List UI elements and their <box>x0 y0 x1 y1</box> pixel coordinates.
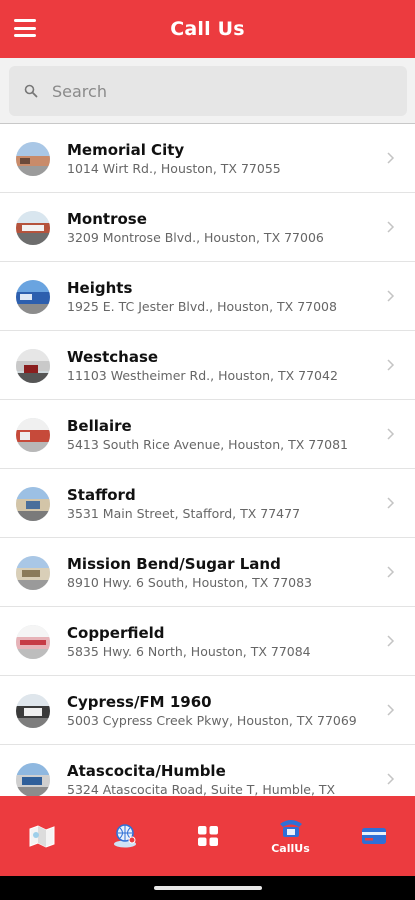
chevron-right-icon <box>387 359 395 371</box>
chevron-right-icon <box>387 635 395 647</box>
location-photo <box>16 280 50 314</box>
bottom-tab-bar: CallUs <box>0 796 415 876</box>
map-icon <box>29 825 54 848</box>
location-row[interactable]: Stafford 3531 Main Street, Stafford, TX … <box>0 469 415 538</box>
location-name: Atascocita/Humble <box>67 762 226 780</box>
location-address: 1925 E. TC Jester Blvd., Houston, TX 770… <box>67 299 337 314</box>
tab-card[interactable] <box>332 796 415 876</box>
location-address: 1014 Wirt Rd., Houston, TX 77055 <box>67 161 281 176</box>
chevron-right-icon <box>387 152 395 164</box>
location-name: Heights <box>67 279 133 297</box>
tab-menu[interactable] <box>166 796 249 876</box>
search-icon <box>24 84 38 98</box>
location-photo <box>16 625 50 659</box>
system-nav-bar <box>0 876 415 900</box>
search-input[interactable] <box>52 81 372 101</box>
chevron-right-icon <box>387 221 395 233</box>
location-row[interactable]: Copperfield 5835 Hwy. 6 North, Houston, … <box>0 607 415 676</box>
location-address: 5835 Hwy. 6 North, Houston, TX 77084 <box>67 644 311 659</box>
location-address: 8910 Hwy. 6 South, Houston, TX 77083 <box>67 575 313 590</box>
location-name: Copperfield <box>67 624 165 642</box>
globe-location-icon <box>113 824 136 848</box>
home-indicator[interactable] <box>154 886 262 890</box>
tab-locations[interactable] <box>83 796 166 876</box>
location-photo <box>16 487 50 521</box>
app-header: Call Us <box>0 0 415 58</box>
location-name: Stafford <box>67 486 136 504</box>
location-row[interactable]: Westchase 11103 Westheimer Rd., Houston,… <box>0 331 415 400</box>
location-address: 3209 Montrose Blvd., Houston, TX 77006 <box>67 230 324 245</box>
location-address: 5003 Cypress Creek Pkwy, Houston, TX 770… <box>67 713 357 728</box>
location-name: Mission Bend/Sugar Land <box>67 555 281 573</box>
chevron-right-icon <box>387 704 395 716</box>
location-address: 3531 Main Street, Stafford, TX 77477 <box>67 506 301 521</box>
location-photo <box>16 418 50 452</box>
tab-map[interactable] <box>0 796 83 876</box>
location-row[interactable]: Atascocita/Humble 5324 Atascocita Road, … <box>0 745 415 796</box>
tab-call-us-label: CallUs <box>271 842 310 855</box>
phone-icon <box>279 820 302 837</box>
location-name: Memorial City <box>67 141 185 159</box>
hamburger-menu-icon[interactable] <box>14 19 36 37</box>
location-photo <box>16 349 50 383</box>
location-photo <box>16 211 50 245</box>
search-bar <box>0 58 415 124</box>
location-photo <box>16 694 50 728</box>
location-row[interactable]: Bellaire 5413 South Rice Avenue, Houston… <box>0 400 415 469</box>
chevron-right-icon <box>387 566 395 578</box>
location-photo <box>16 142 50 176</box>
location-address: 5324 Atascocita Road, Suite T, Humble, T… <box>67 782 336 796</box>
location-name: Westchase <box>67 348 159 366</box>
location-address: 5413 South Rice Avenue, Houston, TX 7708… <box>67 437 349 452</box>
location-photo <box>16 556 50 590</box>
tab-call-us[interactable]: CallUs <box>249 796 332 876</box>
chevron-right-icon <box>387 428 395 440</box>
location-row[interactable]: Mission Bend/Sugar Land 8910 Hwy. 6 Sout… <box>0 538 415 607</box>
location-name: Montrose <box>67 210 147 228</box>
location-name: Cypress/FM 1960 <box>67 693 212 711</box>
location-row[interactable]: Heights 1925 E. TC Jester Blvd., Houston… <box>0 262 415 331</box>
card-icon <box>361 828 386 844</box>
chevron-right-icon <box>387 290 395 302</box>
location-list: Memorial City 1014 Wirt Rd., Houston, TX… <box>0 124 415 796</box>
chevron-right-icon <box>387 497 395 509</box>
location-row[interactable]: Memorial City 1014 Wirt Rd., Houston, TX… <box>0 124 415 193</box>
chevron-right-icon <box>387 773 395 785</box>
location-address: 11103 Westheimer Rd., Houston, TX 77042 <box>67 368 338 383</box>
location-row[interactable]: Cypress/FM 1960 5003 Cypress Creek Pkwy,… <box>0 676 415 745</box>
page-title: Call Us <box>170 18 245 40</box>
search-field[interactable] <box>9 66 407 116</box>
location-row[interactable]: Montrose 3209 Montrose Blvd., Houston, T… <box>0 193 415 262</box>
location-name: Bellaire <box>67 417 132 435</box>
location-photo <box>16 763 50 796</box>
grid-menu-icon <box>197 826 218 846</box>
